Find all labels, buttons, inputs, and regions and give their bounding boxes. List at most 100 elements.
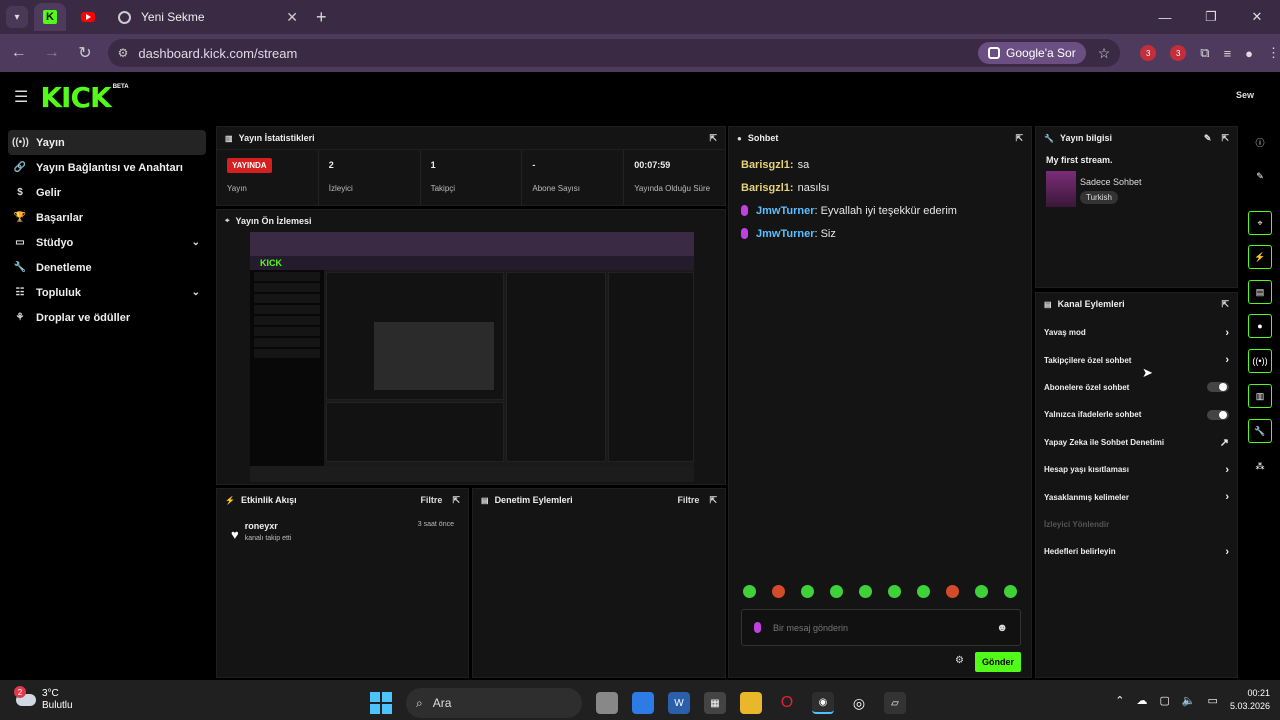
obs-icon[interactable]: ◎ <box>848 692 870 714</box>
media-control-icon[interactable]: ≡ <box>1224 46 1232 61</box>
volume-icon[interactable]: 🔈 <box>1182 694 1196 707</box>
url-text[interactable]: dashboard.kick.com/stream <box>138 46 978 61</box>
forward-icon[interactable]: → <box>37 44 66 62</box>
sidebar-item-community[interactable]: ☷ Topluluk ⌄ <box>8 280 206 305</box>
action-slow-mode[interactable]: Yavaş mod › <box>1036 319 1237 346</box>
action-goals[interactable]: Hedefleri belirleyin › <box>1036 538 1237 565</box>
emote-icon[interactable] <box>946 585 959 598</box>
chrome-icon[interactable]: ◉ <box>812 692 834 714</box>
file-explorer-icon[interactable] <box>740 692 762 714</box>
popout-icon[interactable]: ⇱ <box>1221 133 1229 144</box>
emotes-only-toggle[interactable] <box>1207 409 1229 420</box>
send-button[interactable]: Gönder <box>975 652 1021 672</box>
subscribers-only-toggle[interactable] <box>1207 382 1229 393</box>
sidebar-item-stream-key[interactable]: 🔗 Yayın Bağlantısı ve Anahtarı <box>8 155 206 180</box>
tab-new[interactable]: Yeni Sekme ✕ <box>110 3 306 31</box>
broadcast-icon[interactable]: ((•)) <box>1248 349 1272 373</box>
filter-button[interactable]: Filtre <box>420 495 442 505</box>
cloud-icon[interactable]: ☁ <box>1136 694 1147 707</box>
action-account-age[interactable]: Hesap yaşı kısıtlaması › <box>1036 456 1237 483</box>
wrench-icon[interactable]: 🔧 <box>1248 419 1272 443</box>
back-icon[interactable]: ← <box>4 44 33 62</box>
filter-button[interactable]: Filtre <box>677 495 699 505</box>
chevron-down-icon[interactable]: ⌄ <box>192 237 200 248</box>
lightning-icon[interactable]: ⚡ <box>1248 245 1272 269</box>
tab-search-button[interactable]: ▾ <box>6 6 28 28</box>
network-icon[interactable]: ▢ <box>1159 694 1169 707</box>
chevron-up-icon[interactable]: ⌃ <box>1115 694 1124 707</box>
tab-kick[interactable]: K <box>34 3 66 31</box>
copilot-icon[interactable] <box>632 692 654 714</box>
sidebar-item-revenue[interactable]: $ Gelir <box>8 180 206 205</box>
document-icon[interactable]: ▤ <box>1248 280 1272 304</box>
bookmark-star-icon[interactable]: ☆ <box>1098 45 1111 62</box>
profile-icon[interactable]: ● <box>1245 46 1253 61</box>
apps-icon[interactable]: ⁂ <box>1248 454 1272 478</box>
chevron-down-icon[interactable]: ⌄ <box>192 287 200 298</box>
ask-google-button[interactable]: Google'a Sor <box>978 42 1086 64</box>
pencil-icon[interactable]: ✎ <box>1248 164 1272 188</box>
emote-icon[interactable] <box>830 585 843 598</box>
word-icon[interactable]: W <box>668 692 690 714</box>
battery-icon[interactable]: ▭ <box>1208 694 1218 707</box>
minimize-icon[interactable]: — <box>1142 10 1188 25</box>
tab-youtube[interactable] <box>72 3 104 31</box>
emote-icon[interactable] <box>975 585 988 598</box>
edit-icon[interactable]: ✎ <box>1204 133 1212 144</box>
chat-username[interactable]: Barisgzl1: <box>741 159 794 171</box>
task-manager-icon[interactable]: ▱ <box>884 692 906 714</box>
reload-icon[interactable]: ↻ <box>70 43 99 63</box>
address-bar[interactable]: ⚙ dashboard.kick.com/stream Google'a Sor… <box>107 39 1121 67</box>
store-icon[interactable]: ▦ <box>704 692 726 714</box>
popout-icon[interactable]: ⇱ <box>1221 299 1229 310</box>
weather-widget[interactable]: 2 3°C Bulutlu <box>14 686 73 712</box>
chat-username[interactable]: Barisgzl1: <box>741 182 794 194</box>
popout-icon[interactable]: ⇱ <box>709 133 717 144</box>
clock[interactable]: 00:21 5.03.2026 <box>1230 687 1270 712</box>
sidebar-item-drops[interactable]: ⚘ Droplar ve ödüller <box>8 305 206 330</box>
hamburger-menu-icon[interactable]: ☰ <box>14 87 28 107</box>
popout-icon[interactable]: ⇱ <box>1015 133 1023 144</box>
action-ai-moderation[interactable]: Yapay Zeka ile Sohbet Denetimi ↗ <box>1036 429 1237 456</box>
layout-icon[interactable]: ▥ <box>1248 384 1272 408</box>
popout-icon[interactable]: ⇱ <box>452 495 460 506</box>
emote-icon[interactable] <box>1004 585 1017 598</box>
chat-username[interactable]: JmwTurner <box>756 228 814 240</box>
sidebar-item-yayin[interactable]: ((•)) Yayın <box>8 130 206 155</box>
new-tab-button[interactable]: + <box>316 7 327 28</box>
emoji-picker-icon[interactable]: ☻ <box>996 622 1008 634</box>
sidebar-item-moderation[interactable]: 🔧 Denetleme <box>8 255 206 280</box>
popout-icon[interactable]: ⇱ <box>709 495 717 506</box>
emote-icon[interactable] <box>917 585 930 598</box>
action-banned-words[interactable]: Yasaklanmış kelimeler › <box>1036 483 1237 510</box>
sidebar-item-studio[interactable]: ▭ Stüdyo ⌄ <box>8 230 206 255</box>
kick-logo[interactable]: KICK <box>40 81 111 114</box>
chat-input[interactable] <box>773 622 997 633</box>
event-user[interactable]: roneyxr <box>245 521 418 531</box>
site-info-icon[interactable]: ⚙ <box>118 46 129 60</box>
close-window-icon[interactable]: ✕ <box>1234 9 1280 25</box>
task-view-icon[interactable] <box>596 692 618 714</box>
start-button-icon[interactable] <box>370 692 392 714</box>
extension-badge-1[interactable]: 3 <box>1140 45 1157 61</box>
stream-preview-video[interactable]: KICK <box>250 232 694 482</box>
close-tab-icon[interactable]: ✕ <box>286 9 298 26</box>
info-icon[interactable]: ⓘ <box>1248 130 1272 154</box>
target-icon[interactable]: ⌖ <box>1248 211 1272 235</box>
chat-settings-icon[interactable]: ⚙ <box>955 655 964 666</box>
menu-dots-icon[interactable]: ⋮ <box>1267 45 1280 61</box>
restore-icon[interactable]: ❐ <box>1188 9 1234 25</box>
taskbar-search[interactable]: ⌕ Ara <box>406 688 582 718</box>
emote-icon[interactable] <box>859 585 872 598</box>
emote-icon[interactable] <box>743 585 756 598</box>
emote-icon[interactable] <box>801 585 814 598</box>
chat-username[interactable]: JmwTurner <box>756 205 814 217</box>
extensions-puzzle-icon[interactable]: ⧉ <box>1200 45 1209 61</box>
emote-icon[interactable] <box>888 585 901 598</box>
action-followers-only[interactable]: Takipçilere özel sohbet › <box>1036 346 1237 373</box>
sidebar-item-achievements[interactable]: 🏆 Başarılar <box>8 205 206 230</box>
extension-badge-2[interactable]: 3 <box>1170 45 1187 61</box>
emote-icon[interactable] <box>772 585 785 598</box>
avatar[interactable]: Sew <box>1236 90 1254 100</box>
chat-icon[interactable]: ● <box>1248 314 1272 338</box>
